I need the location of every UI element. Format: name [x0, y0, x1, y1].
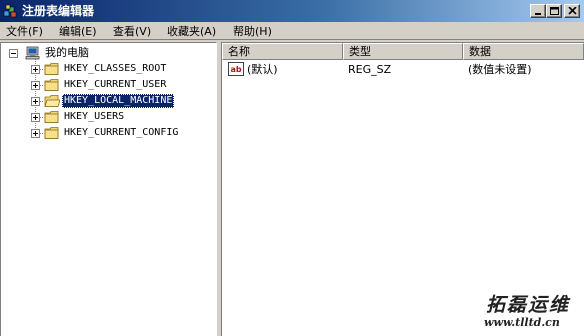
expand-toggle[interactable] [31, 113, 40, 122]
folder-icon [44, 63, 59, 75]
registry-editor-window: 注册表编辑器 文件(F) 编辑(E) 查看(V) 收藏夹(A) 帮助(H) 我的… [0, 0, 584, 336]
collapse-toggle[interactable] [9, 49, 18, 58]
close-icon [568, 7, 577, 15]
tree-node-hkey-local-machine[interactable]: HKEY_LOCAL_MACHINE [1, 93, 216, 109]
tree-node-hkey-users[interactable]: HKEY_USERS [1, 109, 216, 125]
registry-editor-icon[interactable] [3, 3, 19, 19]
plus-icon [33, 83, 38, 88]
value-data: (数值未设置) [468, 63, 532, 76]
watermark: 拓磊运维 www.tlltd.cn [482, 290, 582, 334]
expand-toggle[interactable] [31, 81, 40, 90]
plus-icon [33, 99, 38, 104]
tree-node-label[interactable]: HKEY_USERS [62, 110, 126, 124]
tree-node-hkey-current-config[interactable]: HKEY_CURRENT_CONFIG [1, 125, 216, 141]
tree-node-label[interactable]: HKEY_CLASSES_ROOT [62, 62, 168, 76]
tree-node-label[interactable]: 我的电脑 [43, 46, 91, 60]
watermark-url: www.tlltd.cn [484, 316, 560, 329]
expand-toggle[interactable] [31, 97, 40, 106]
value-row[interactable]: ab (默认) REG_SZ (数值未设置) [222, 61, 584, 78]
folder-icon [44, 111, 59, 123]
expand-toggle[interactable] [31, 65, 40, 74]
column-header-type[interactable]: 类型 [343, 43, 463, 60]
plus-icon [33, 131, 38, 136]
open-folder-icon [44, 95, 60, 107]
folder-icon [44, 79, 59, 91]
value-name: (默认) [247, 63, 278, 76]
computer-icon [25, 46, 40, 60]
menu-view[interactable]: 查看(V) [113, 24, 151, 39]
folder-icon [44, 127, 59, 139]
minus-icon [11, 53, 16, 54]
menu-edit[interactable]: 编辑(E) [59, 24, 97, 39]
tree-node-label[interactable]: HKEY_CURRENT_USER [62, 78, 168, 92]
tree-node-label[interactable]: HKEY_CURRENT_CONFIG [62, 126, 180, 140]
tree-node-label-selected[interactable]: HKEY_LOCAL_MACHINE [62, 94, 175, 108]
tree-node-my-computer[interactable]: 我的电脑 [1, 45, 216, 61]
maximize-icon [550, 7, 559, 15]
expand-toggle[interactable] [31, 129, 40, 138]
column-header-name[interactable]: 名称 [222, 43, 343, 60]
plus-icon [33, 67, 38, 72]
value-type: REG_SZ [348, 63, 392, 76]
window-title: 注册表编辑器 [22, 4, 95, 18]
menu-file[interactable]: 文件(F) [6, 24, 43, 39]
maximize-button[interactable] [546, 4, 562, 18]
string-value-icon: ab [228, 62, 244, 76]
tree-node-hkey-classes-root[interactable]: HKEY_CLASSES_ROOT [1, 61, 216, 77]
svg-text:ab: ab [231, 65, 242, 74]
menu-bar: 文件(F) 编辑(E) 查看(V) 收藏夹(A) 帮助(H) [0, 22, 584, 40]
title-bar[interactable]: 注册表编辑器 [0, 0, 584, 22]
tree-node-hkey-current-user[interactable]: HKEY_CURRENT_USER [1, 77, 216, 93]
close-button[interactable] [564, 4, 580, 18]
plus-icon [33, 115, 38, 120]
minimize-button[interactable] [530, 4, 546, 18]
key-tree-pane[interactable]: 我的电脑 HKEY_CLASSES_ROOT HKEY_CURRENT_USER… [0, 42, 217, 336]
watermark-logo: 拓磊运维 [486, 294, 571, 316]
menu-favorites[interactable]: 收藏夹(A) [167, 24, 216, 39]
column-header-data[interactable]: 数据 [463, 43, 584, 60]
menu-help[interactable]: 帮助(H) [233, 24, 272, 39]
minimize-icon [535, 13, 541, 15]
